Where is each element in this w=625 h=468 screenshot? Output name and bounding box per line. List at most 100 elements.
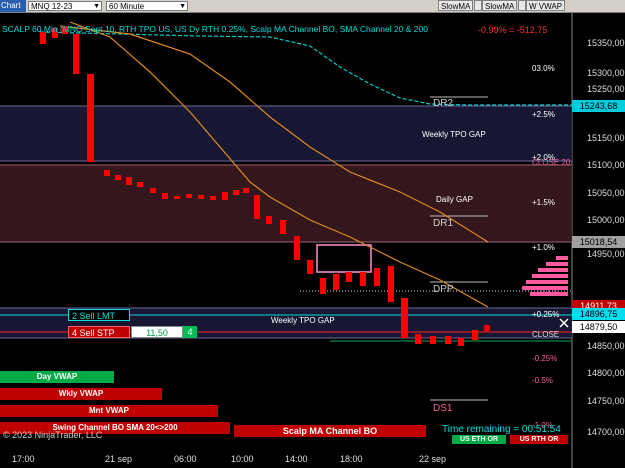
price-tag-vwap: 15243,68	[572, 100, 625, 112]
x-tick: 14:00	[285, 454, 308, 464]
wkly-vwap-bar: Wkly VWAP	[0, 388, 162, 400]
pnl-label: -0.99% = -512,75	[478, 25, 548, 35]
candle	[186, 194, 192, 198]
candle	[415, 334, 421, 344]
candle	[73, 34, 79, 74]
candle	[162, 193, 168, 199]
y-tick: 15050,00	[587, 188, 625, 198]
weekly-gap-label: Weekly TPO GAP	[422, 130, 486, 139]
candle	[115, 175, 121, 180]
candle	[445, 336, 451, 344]
candle	[104, 170, 110, 176]
y-tick: 14700,00	[587, 427, 625, 437]
level-pct-m0-5: -0.5%	[532, 376, 553, 385]
profile-bar	[532, 274, 568, 278]
y-tick: 15100,00	[587, 160, 625, 170]
sell-stop-order[interactable]: 4 Sell STP	[68, 326, 130, 338]
candle	[388, 266, 394, 302]
candle	[137, 182, 143, 187]
candle	[472, 330, 478, 340]
y-tick: 14800,00	[587, 368, 625, 378]
timeframe-selector[interactable]: 60 Minute ▼	[106, 1, 188, 11]
candle	[307, 260, 313, 274]
profile-bar	[538, 268, 568, 272]
price-chart[interactable]: SCALP 60 Min (MNQ Sept 10, RTH TPO US, U…	[0, 12, 625, 468]
candle	[254, 195, 260, 219]
day-vwap-bar: Day VWAP	[0, 371, 114, 383]
profile-bar	[526, 280, 568, 284]
price-tag-limit: 14896,75	[572, 308, 625, 320]
separator-icon	[518, 0, 526, 11]
candle	[360, 272, 366, 286]
indicator-button-slowma-1[interactable]: SlowMA	[438, 0, 474, 11]
weekly-gap-zone	[0, 106, 572, 161]
y-tick: 14850,00	[587, 341, 625, 351]
us-rth-status: US RTH OR	[510, 435, 568, 444]
y-tick: 15000,00	[587, 215, 625, 225]
candle	[401, 298, 408, 338]
candle	[280, 220, 286, 234]
dr1-label: DR1	[433, 218, 454, 229]
time-remaining: Time remaining = 00:51:54	[442, 424, 561, 435]
candle	[333, 274, 339, 290]
level-pct-0-25: +0.25%	[532, 310, 560, 319]
chevron-down-icon: ▼	[93, 3, 100, 10]
dr2-label: DR2	[433, 98, 454, 109]
candle	[374, 268, 380, 286]
x-tick: 10:00	[231, 454, 254, 464]
x-tick: 18:00	[340, 454, 363, 464]
price-tag-ma: 15018,54	[572, 236, 625, 248]
dpp-label: DPP	[433, 284, 454, 295]
position-price[interactable]: 11,50	[131, 326, 183, 338]
candle	[126, 177, 132, 185]
weekly-gap-label-2: Weekly TPO GAP	[271, 316, 335, 325]
indicator-button-wvwap[interactable]: W VWAP	[526, 0, 566, 11]
candle	[87, 74, 94, 162]
level-pct-1: +1.0%	[532, 243, 555, 252]
timeframe-label: 60 Minute	[109, 2, 145, 11]
sell-lmt-qty: 2	[72, 311, 78, 321]
y-tick: 14950,00	[587, 249, 625, 259]
x-tick: 17:00	[12, 454, 35, 464]
close-label: CLOSE	[532, 330, 560, 339]
candle	[198, 195, 204, 199]
daily-gap-label: Daily GAP	[436, 195, 473, 204]
y-tick: 15300,00	[587, 68, 625, 78]
profile-bar	[556, 256, 568, 260]
level-pct-m0-25: -0.25%	[532, 354, 558, 363]
us-eth-status: US ETH OR	[452, 435, 506, 444]
scalp-channel-bar: Scalp MA Channel BO	[234, 425, 426, 437]
ds1-label: DS1	[433, 403, 453, 414]
copyright: © 2023 NinjaTrader, LLC	[3, 430, 103, 440]
level-pct-1-5: +1.5%	[532, 198, 555, 207]
sell-stp-qty: 4	[72, 328, 78, 338]
level-pct-2-5: +2.5%	[532, 110, 555, 119]
y-tick: 15150,00	[587, 133, 625, 143]
candle	[458, 338, 464, 346]
candle	[210, 196, 216, 200]
separator-icon	[474, 0, 482, 11]
mnt-vwap-bar: Mnt VWAP	[0, 405, 218, 417]
sell-limit-order[interactable]: 2 Sell LMT	[68, 309, 130, 321]
vwap-line	[39, 31, 572, 106]
profile-bar	[546, 262, 568, 266]
candle	[174, 196, 180, 199]
indicator-button-slowma-2[interactable]: SlowMA	[482, 0, 518, 11]
chart-header: SCALP 60 Min (MNQ Sept 10, RTH TPO US, U…	[2, 24, 428, 34]
level-pct-3: 03.0%	[532, 64, 555, 73]
candle	[484, 325, 490, 331]
y-tick: 15350,00	[587, 38, 625, 48]
y-tick: 14750,00	[587, 396, 625, 406]
price-tag-last: 14879,50	[572, 321, 625, 333]
candle	[233, 190, 239, 195]
tpo-box	[316, 244, 372, 273]
position-qty[interactable]: 4	[183, 326, 197, 338]
instrument-selector[interactable]: MNQ 12-23 ▼	[28, 1, 102, 11]
candle	[243, 188, 249, 193]
chart-menu-button[interactable]: Chart	[0, 0, 26, 12]
y-tick: 15250,00	[587, 84, 625, 94]
candle	[346, 272, 352, 282]
x-tick: 21 sep	[105, 454, 133, 464]
instrument-label: MNQ 12-23	[31, 2, 73, 11]
x-tick: 06:00	[174, 454, 197, 464]
